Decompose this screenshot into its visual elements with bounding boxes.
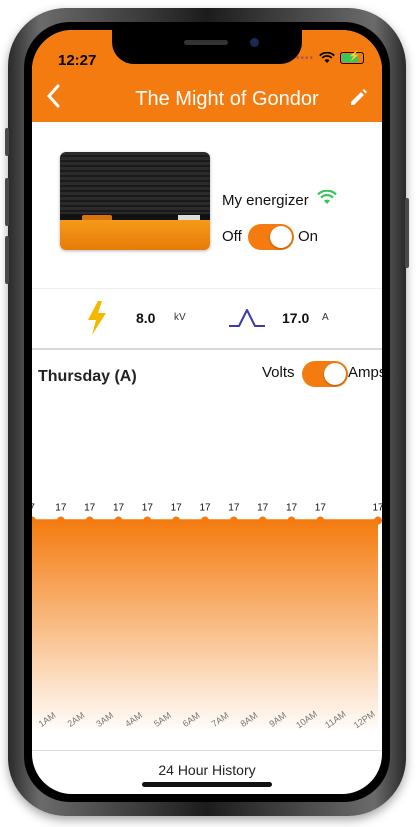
notch xyxy=(112,30,302,64)
amps-label: Amps xyxy=(348,364,382,381)
readings-bar: 8.0 kV 17.0 A xyxy=(32,288,382,350)
chart-point xyxy=(287,516,296,525)
history-bar: 24 Hour History xyxy=(32,750,382,794)
app-header: 12:27 •••• ⚡ The Might of Gondor xyxy=(32,30,382,122)
power-off-label: Off xyxy=(222,228,242,245)
power-toggle-knob xyxy=(270,226,292,248)
chart-data-label: 7 xyxy=(32,503,35,514)
amps-chart: 71717171717171717171717 1AM2AM3AM4AM5AM6… xyxy=(32,503,382,730)
pencil-icon xyxy=(351,89,367,105)
device-card: My energizer Off On xyxy=(32,122,382,289)
volts-amps-toggle[interactable] xyxy=(302,361,348,387)
chart-data-label: 17 xyxy=(113,503,125,514)
chart-point xyxy=(201,516,209,525)
edit-button[interactable] xyxy=(348,86,372,110)
phone-bezel: 12:27 •••• ⚡ The Might of Gondor My ener… xyxy=(24,22,390,802)
volume-down-button xyxy=(5,236,9,284)
chart-data-label: 17 xyxy=(171,503,183,514)
energizer-image xyxy=(60,152,210,250)
front-camera xyxy=(250,38,259,47)
back-button[interactable] xyxy=(44,82,68,112)
voltage-value: 8.0 xyxy=(136,310,156,326)
chart-point xyxy=(56,516,65,525)
chart-point xyxy=(229,516,238,525)
chart-point xyxy=(374,516,382,525)
signal-icon: •••• xyxy=(295,52,314,64)
home-indicator xyxy=(142,782,272,787)
app-screen: 12:27 •••• ⚡ The Might of Gondor My ener… xyxy=(32,30,382,794)
chart-data-label: 17 xyxy=(142,503,154,514)
chart-point xyxy=(114,516,123,525)
chart-point xyxy=(172,516,181,525)
wifi-icon xyxy=(317,190,337,204)
device-name: My energizer xyxy=(222,192,309,209)
lightning-bolt-icon xyxy=(88,301,106,335)
status-wifi-icon xyxy=(319,52,335,63)
chart-point xyxy=(143,516,152,525)
chart-data-label: 17 xyxy=(84,503,96,514)
speaker xyxy=(184,40,228,45)
status-time: 12:27 xyxy=(58,52,97,69)
volume-up-button xyxy=(5,178,9,226)
power-toggle[interactable] xyxy=(248,224,294,250)
power-button xyxy=(405,198,409,268)
chart-data-label: 17 xyxy=(228,503,240,514)
chart-point xyxy=(258,516,267,525)
current-unit: A xyxy=(322,312,329,323)
chevron-left-icon xyxy=(46,84,60,108)
chart-data-label: 17 xyxy=(257,503,269,514)
chart-data-label: 17 xyxy=(199,503,211,514)
power-on-label: On xyxy=(298,228,319,245)
status-icons: •••• ⚡ xyxy=(295,51,364,64)
battery-icon: ⚡ xyxy=(340,51,364,64)
page-title: The Might of Gondor xyxy=(135,88,319,110)
chart-point xyxy=(316,516,325,525)
phone-frame: 12:27 •••• ⚡ The Might of Gondor My ener… xyxy=(5,8,409,816)
current-value: 17.0 xyxy=(282,310,310,326)
chart-area-fill xyxy=(32,520,378,730)
volts-amps-toggle-knob xyxy=(324,363,346,385)
chart-data-label: 17 xyxy=(55,503,67,514)
mute-switch xyxy=(5,128,9,156)
voltage-unit: kV xyxy=(174,312,186,323)
chart-data-label: 17 xyxy=(315,503,327,514)
pulse-icon xyxy=(229,309,265,327)
chart-data-label: 17 xyxy=(372,503,382,514)
volts-label: Volts xyxy=(262,364,295,381)
chart-point xyxy=(85,516,94,525)
chart-day-label: Thursday (A) xyxy=(38,368,137,385)
chart-data-label: 17 xyxy=(286,503,298,514)
